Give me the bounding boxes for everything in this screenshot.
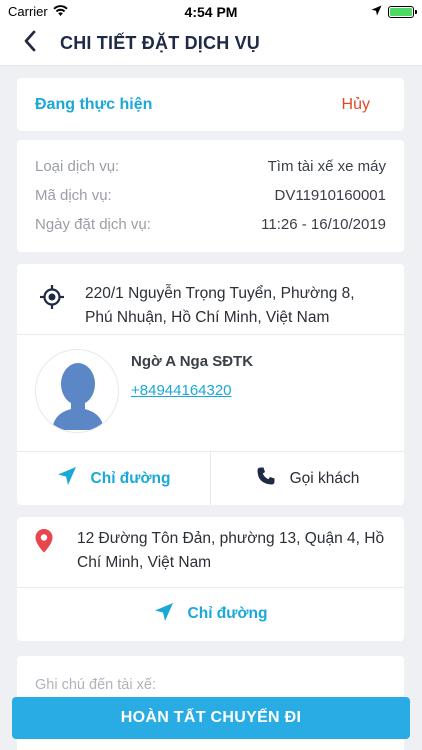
service-code-label: Mã dịch vụ: xyxy=(35,187,112,204)
service-type-row: Loại dịch vụ: Tìm tài xế xe máy xyxy=(35,152,386,181)
pickup-address: 220/1 Nguyễn Trọng Tuyển, Phường 8, Phú … xyxy=(85,285,355,326)
location-arrow-icon xyxy=(371,4,382,19)
customer-phone-link[interactable]: +84944164320 xyxy=(131,382,232,399)
status-right xyxy=(371,4,417,19)
booking-date-label: Ngày đặt dịch vụ: xyxy=(35,216,151,233)
service-type-label: Loại dịch vụ: xyxy=(35,158,120,175)
destination-address: 12 Đường Tôn Đản, phường 13, Quận 4, Hồ … xyxy=(77,530,385,571)
service-type-value: Tìm tài xế xe máy xyxy=(267,158,386,175)
chevron-left-icon xyxy=(23,30,37,57)
booking-date-value: 11:26 - 16/10/2019 xyxy=(261,216,386,233)
customer-details: Ngờ A Nga SĐTK +84944164320 xyxy=(131,353,253,451)
person-silhouette-icon xyxy=(52,363,104,430)
nav-bar: CHI TIẾT ĐẶT DỊCH VỤ xyxy=(0,22,422,66)
pickup-actions: Chỉ đường Gọi khách xyxy=(17,451,404,505)
customer-name: Ngờ A Nga SĐTK xyxy=(131,353,254,370)
avatar xyxy=(35,349,119,433)
booking-date-row: Ngày đặt dịch vụ: 11:26 - 16/10/2019 xyxy=(35,210,386,239)
status-badge: Đang thực hiện xyxy=(35,95,153,113)
map-pin-icon xyxy=(35,529,61,555)
service-code-row: Mã dịch vụ: DV11910160001 xyxy=(35,181,386,210)
status-bar: Carrier 4:54 PM xyxy=(0,0,422,22)
navigation-arrow-icon xyxy=(154,602,174,627)
phone-icon xyxy=(256,466,276,491)
status-time: 4:54 PM xyxy=(184,4,238,20)
driver-note-input[interactable] xyxy=(35,677,386,693)
crosshair-location-icon xyxy=(39,284,65,310)
call-customer-button[interactable]: Gọi khách xyxy=(210,452,404,505)
complete-trip-button[interactable]: HOÀN TẤT CHUYẾN ĐI xyxy=(12,697,410,739)
back-button[interactable] xyxy=(0,22,60,66)
page-title: CHI TIẾT ĐẶT DỊCH VỤ xyxy=(60,33,260,53)
destination-card: 12 Đường Tôn Đản, phường 13, Quận 4, Hồ … xyxy=(17,517,404,641)
pickup-card: 220/1 Nguyễn Trọng Tuyển, Phường 8, Phú … xyxy=(17,264,404,505)
pickup-directions-button[interactable]: Chỉ đường xyxy=(17,452,210,505)
navigation-arrow-icon xyxy=(57,466,77,491)
service-info-card: Loại dịch vụ: Tìm tài xế xe máy Mã dịch … xyxy=(17,140,404,252)
battery-icon xyxy=(388,5,417,18)
customer-info: Ngờ A Nga SĐTK +84944164320 xyxy=(17,335,404,451)
destination-address-row: 12 Đường Tôn Đản, phường 13, Quận 4, Hồ … xyxy=(17,517,404,587)
pickup-directions-label: Chỉ đường xyxy=(90,469,171,487)
pickup-address-row: 220/1 Nguyễn Trọng Tuyển, Phường 8, Phú … xyxy=(17,264,404,334)
battery-fill xyxy=(390,7,412,16)
booking-status-card: Đang thực hiện Hủy xyxy=(17,78,404,131)
service-code-value: DV11910160001 xyxy=(274,187,387,204)
call-customer-label: Gọi khách xyxy=(289,469,360,487)
cancel-button[interactable]: Hủy xyxy=(342,96,370,114)
destination-directions-button[interactable]: Chỉ đường xyxy=(17,587,404,640)
destination-directions-label: Chỉ đường xyxy=(187,605,268,622)
